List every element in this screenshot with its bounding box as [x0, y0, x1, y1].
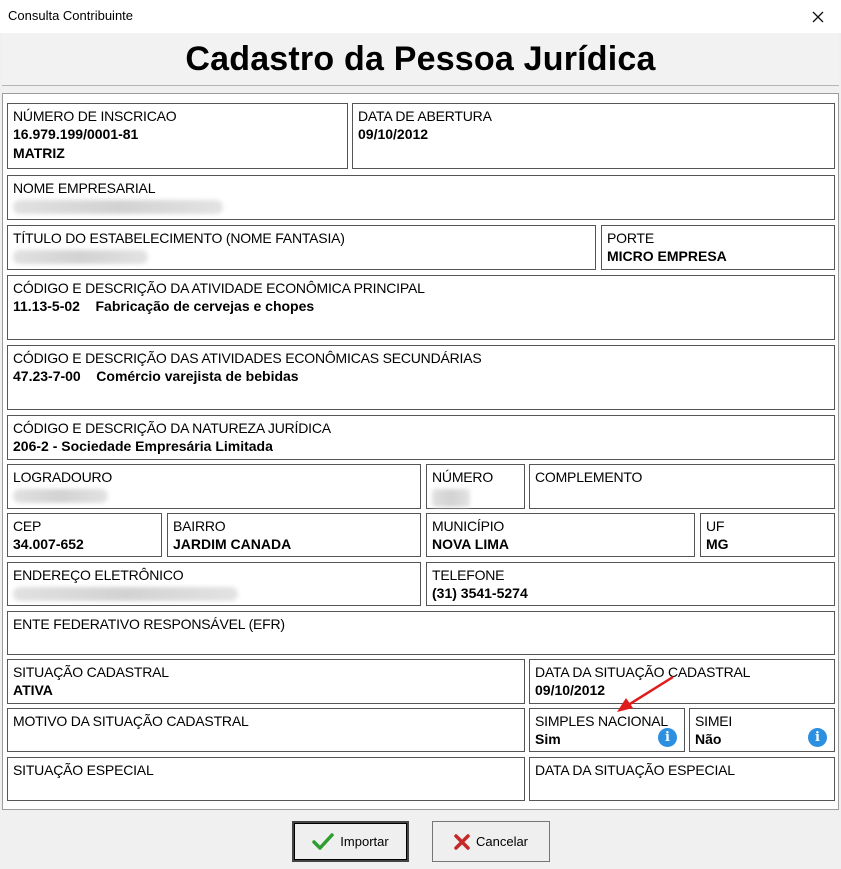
porte-value: MICRO EMPRESA: [607, 248, 727, 264]
window-title: Consulta Contribuinte: [8, 8, 134, 23]
municipio-value: NOVA LIMA: [432, 536, 509, 552]
dialog-footer: Importar Cancelar: [0, 812, 841, 869]
field-cep: CEP 34.007-652: [7, 513, 162, 557]
uf-value: MG: [706, 536, 729, 552]
field-telefone: TELEFONE (31) 3541-5274: [426, 562, 835, 606]
field-atividade-principal: CÓDIGO E DESCRIÇÃO DA ATIVIDADE ECONÔMIC…: [7, 275, 835, 340]
bairro-value: JARDIM CANADA: [173, 536, 292, 552]
cancel-button[interactable]: Cancelar: [432, 821, 550, 862]
window-titlebar: Consulta Contribuinte: [0, 0, 841, 33]
field-label: TELEFONE: [432, 567, 505, 583]
field-atividades-secundarias: CÓDIGO E DESCRIÇÃO DAS ATIVIDADES ECONÔM…: [7, 345, 835, 410]
page-title: Cadastro da Pessoa Jurídica: [185, 40, 656, 78]
field-label: COMPLEMENTO: [535, 469, 643, 485]
data-situacao-value: 09/10/2012: [535, 682, 606, 698]
cancel-button-label: Cancelar: [475, 834, 529, 849]
field-data-abertura: DATA DE ABERTURA 09/10/2012: [352, 103, 835, 169]
field-uf: UF MG: [700, 513, 835, 557]
field-label: CEP: [13, 518, 42, 534]
field-municipio: MUNICÍPIO NOVA LIMA: [426, 513, 695, 557]
checkmark-icon: [312, 832, 335, 851]
info-icon[interactable]: i: [808, 728, 827, 747]
redacted-value: [432, 489, 470, 507]
registration-panel: NÚMERO DE INSCRICAO 16.979.199/0001-81 M…: [2, 93, 839, 810]
telefone-value: (31) 3541-5274: [432, 585, 528, 601]
field-label: NOME EMPRESARIAL: [13, 180, 156, 196]
field-efr: ENTE FEDERATIVO RESPONSÁVEL (EFR): [7, 611, 835, 655]
import-button-label: Importar: [340, 834, 389, 849]
cep-value: 34.007-652: [13, 536, 84, 552]
import-button[interactable]: Importar: [292, 821, 409, 862]
field-label: ENTE FEDERATIVO RESPONSÁVEL (EFR): [13, 616, 285, 632]
field-label: DATA DE ABERTURA: [358, 108, 492, 124]
field-label: MOTIVO DA SITUAÇÃO CADASTRAL: [13, 713, 249, 729]
field-label: DATA DA SITUAÇÃO CADASTRAL: [535, 664, 751, 680]
redacted-value: [13, 587, 238, 601]
field-logradouro: LOGRADOURO: [7, 464, 421, 509]
situacao-value: ATIVA: [13, 682, 53, 698]
field-label: TÍTULO DO ESTABELECIMENTO (NOME FANTASIA…: [13, 230, 345, 246]
field-motivo-situacao: MOTIVO DA SITUAÇÃO CADASTRAL: [7, 708, 525, 752]
close-icon: [812, 11, 824, 22]
field-label: LOGRADOURO: [13, 469, 113, 485]
natureza-value: 206-2 - Sociedade Empresária Limitada: [13, 438, 273, 454]
annotation-arrow: [617, 675, 674, 712]
field-label: MUNICÍPIO: [432, 518, 505, 534]
inscricao-type: MATRIZ: [13, 145, 65, 161]
field-label: NÚMERO: [432, 469, 494, 485]
field-data-situacao-especial: DATA DA SITUAÇÃO ESPECIAL: [529, 757, 835, 801]
field-label: UF: [706, 518, 725, 534]
field-bairro: BAIRRO JARDIM CANADA: [167, 513, 421, 557]
inscricao-value: 16.979.199/0001-81: [13, 126, 139, 142]
field-situacao-especial: SITUAÇÃO ESPECIAL: [7, 757, 525, 801]
field-simei: SIMEI Não i: [689, 708, 835, 752]
field-numero: NÚMERO: [426, 464, 525, 509]
atividade-principal-value: 11.13-5-02 Fabricação de cervejas e chop…: [13, 298, 315, 314]
redacted-value: [13, 200, 223, 214]
field-label: NÚMERO DE INSCRICAO: [13, 108, 177, 124]
info-icon[interactable]: i: [658, 728, 677, 747]
field-label: PORTE: [607, 230, 654, 246]
x-icon: [454, 833, 470, 850]
field-label: SITUAÇÃO ESPECIAL: [13, 762, 154, 778]
field-label: SIMEI: [695, 713, 733, 729]
atividades-secundarias-value: 47.23-7-00 Comércio varejista de bebidas: [13, 368, 299, 384]
field-label: ENDEREÇO ELETRÔNICO: [13, 567, 184, 583]
field-nome-empresarial: NOME EMPRESARIAL: [7, 175, 835, 220]
field-situacao-cadastral: SITUAÇÃO CADASTRAL ATIVA: [7, 659, 525, 704]
field-natureza-juridica: CÓDIGO E DESCRIÇÃO DA NATUREZA JURÍDICA …: [7, 415, 835, 460]
field-label: CÓDIGO E DESCRIÇÃO DA NATUREZA JURÍDICA: [13, 420, 331, 436]
field-label: DATA DA SITUAÇÃO ESPECIAL: [535, 762, 735, 778]
page-header: Cadastro da Pessoa Jurídica: [2, 33, 839, 86]
redacted-value: [13, 489, 108, 503]
field-label: CÓDIGO E DESCRIÇÃO DA ATIVIDADE ECONÔMIC…: [13, 280, 425, 296]
field-titulo-estabelecimento: TÍTULO DO ESTABELECIMENTO (NOME FANTASIA…: [7, 225, 596, 270]
field-label: CÓDIGO E DESCRIÇÃO DAS ATIVIDADES ECONÔM…: [13, 350, 482, 366]
abertura-value: 09/10/2012: [358, 126, 429, 142]
field-inscricao: NÚMERO DE INSCRICAO 16.979.199/0001-81 M…: [7, 103, 348, 169]
redacted-value: [13, 250, 148, 264]
close-button[interactable]: [795, 0, 841, 33]
field-label: BAIRRO: [173, 518, 226, 534]
field-porte: PORTE MICRO EMPRESA: [601, 225, 835, 270]
field-complemento: COMPLEMENTO: [529, 464, 835, 509]
field-endereco-eletronico: ENDEREÇO ELETRÔNICO: [7, 562, 421, 606]
field-label: SITUAÇÃO CADASTRAL: [13, 664, 169, 680]
